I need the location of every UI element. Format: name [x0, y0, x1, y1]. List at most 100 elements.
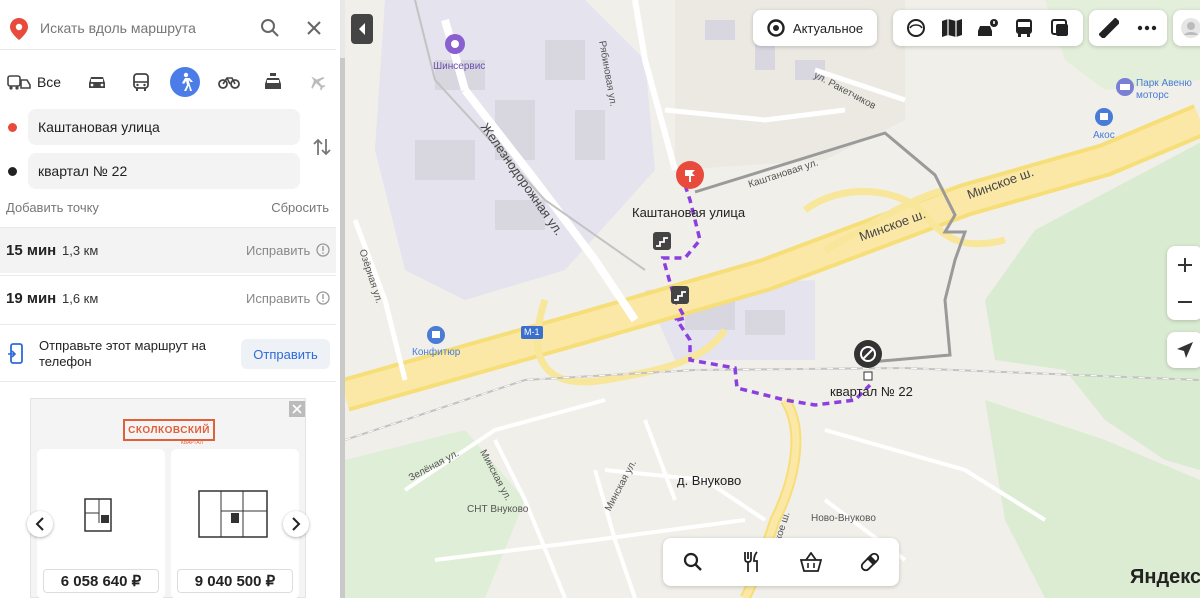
- mode-all-button[interactable]: Все: [4, 66, 64, 98]
- pedestrian-icon: [182, 72, 193, 91]
- ad-price: 6 058 640 ₽: [43, 569, 159, 593]
- more-button[interactable]: [1128, 10, 1166, 46]
- ad-close-icon[interactable]: [289, 401, 305, 417]
- route-time: 15 мин: [6, 242, 57, 259]
- location-arrow-icon: [1177, 342, 1193, 358]
- mode-all-label: Все: [36, 74, 62, 90]
- point-actions: Добавить точку Сбросить: [0, 200, 336, 220]
- bus-icon: [1016, 19, 1032, 37]
- ad-prev-icon[interactable]: [27, 511, 53, 537]
- route-fix-link[interactable]: Исправить: [246, 291, 310, 306]
- actual-button[interactable]: Актуальное: [753, 10, 877, 46]
- layers-icon: [1051, 19, 1068, 36]
- ad-price: 9 040 500 ₽: [177, 569, 293, 593]
- layer-map-button[interactable]: [934, 10, 970, 46]
- route-distance: 1,3 км: [62, 243, 99, 258]
- start-point-dot: [8, 123, 17, 132]
- actual-icon: [767, 19, 785, 37]
- category-food-button[interactable]: [722, 538, 781, 586]
- route-fix-link[interactable]: Исправить: [246, 243, 310, 258]
- route-search-bar: [0, 6, 336, 50]
- mode-car-button[interactable]: [82, 66, 112, 98]
- to-point-text: квартал № 22: [38, 163, 128, 179]
- traffic-icon: [978, 19, 998, 36]
- map-label-shinservice: Шинсервис: [433, 61, 486, 72]
- map-layers-toolbar: [893, 10, 1083, 46]
- more-icon: [1137, 25, 1157, 31]
- geolocation-button[interactable]: [1167, 332, 1200, 368]
- mode-plane-button[interactable]: [302, 66, 332, 98]
- route-search-input[interactable]: [40, 14, 250, 42]
- layer-traffic-button[interactable]: [970, 10, 1006, 46]
- map-tools-toolbar: [1089, 10, 1167, 46]
- route-time: 19 мин: [6, 290, 57, 307]
- to-point-field[interactable]: квартал № 22: [28, 153, 300, 189]
- map-label-novo: Ново-Внуково: [811, 513, 876, 524]
- panorama-icon: [907, 19, 925, 37]
- mode-bus-button[interactable]: [126, 66, 156, 98]
- user-profile-button[interactable]: [1173, 10, 1200, 46]
- layer-panorama-button[interactable]: [898, 10, 934, 46]
- from-point-field[interactable]: Каштановая улица: [28, 109, 300, 145]
- info-icon[interactable]: [316, 291, 330, 308]
- bus-icon: [133, 73, 149, 91]
- map-label-akos: Акос: [1093, 130, 1115, 141]
- phone-icon: [8, 343, 24, 368]
- minus-icon: [1178, 300, 1192, 303]
- bicycle-icon: [218, 77, 240, 89]
- floor-plan-icon: [77, 495, 119, 538]
- route-panel: Все Каштановая улица квартал № 22 Добави…: [0, 0, 340, 598]
- ad-next-icon[interactable]: [283, 511, 309, 537]
- add-point-link[interactable]: Добавить точку: [6, 200, 99, 215]
- location-pin-icon: [10, 18, 28, 43]
- ruler-button[interactable]: [1090, 10, 1128, 46]
- collapse-panel-button[interactable]: [351, 14, 373, 44]
- category-search-bar: [663, 538, 899, 586]
- swap-points-icon[interactable]: [313, 137, 331, 160]
- layer-transport-button[interactable]: [1006, 10, 1042, 46]
- yandex-logo: Яндекс: [1130, 566, 1200, 588]
- route-distance: 1,6 км: [62, 291, 99, 306]
- basket-icon: [799, 552, 822, 572]
- map-label-vnukovo: д. Внуково: [677, 473, 742, 488]
- ad-card-2[interactable]: 9 040 500 ₽: [171, 449, 299, 598]
- chevron-left-icon: [359, 23, 365, 35]
- reset-link[interactable]: Сбросить: [271, 200, 329, 215]
- plane-icon: [311, 76, 326, 91]
- map-label-m1: М-1: [524, 327, 540, 337]
- zoom-in-button[interactable]: [1167, 246, 1200, 283]
- send-text: Отправьте этот маршрут на телефон: [39, 338, 206, 369]
- search-icon[interactable]: [260, 18, 280, 41]
- search-icon: [683, 552, 702, 571]
- mode-pedestrian-button[interactable]: [170, 67, 200, 97]
- layer-satellite-button[interactable]: [1042, 10, 1078, 46]
- info-icon[interactable]: [316, 243, 330, 260]
- zoom-out-button[interactable]: [1167, 283, 1200, 320]
- ad-brand-logo: СКОЛКОВСКИЙ: [123, 419, 215, 441]
- map-icon: [942, 19, 962, 37]
- category-pharmacy-button[interactable]: [840, 538, 899, 586]
- close-icon[interactable]: [304, 18, 324, 41]
- transport-modes: Все: [0, 64, 336, 100]
- end-point-dot: [8, 167, 17, 176]
- category-shop-button[interactable]: [781, 538, 840, 586]
- plus-icon: [1178, 257, 1192, 272]
- map-label-snt: СНТ Внуково: [467, 504, 529, 515]
- ad-card-1[interactable]: 6 058 640 ₽: [37, 449, 165, 598]
- fork-knife-icon: [743, 551, 758, 572]
- map-canvas[interactable]: Шинсервис Рябиновая ул. ул. Ракетчиков П…: [345, 0, 1200, 598]
- send-button[interactable]: Отправить: [241, 339, 330, 369]
- zoom-control: [1167, 246, 1200, 320]
- mode-bike-button[interactable]: [214, 66, 244, 98]
- send-to-phone: Отправьте этот маршрут на телефон Отправ…: [0, 324, 336, 382]
- actual-label: Актуальное: [792, 20, 864, 36]
- advertisement[interactable]: СКОЛКОВСКИЙ КВАРТАЛ 6 058 640 ₽ 9 040 50…: [27, 398, 309, 598]
- route-option-2[interactable]: 19 мин 1,6 км Исправить: [0, 275, 336, 321]
- map-label-park2: моторс: [1136, 90, 1169, 101]
- mode-taxi-button[interactable]: [258, 66, 288, 98]
- ad-brand-sub: КВАРТАЛ: [181, 440, 204, 446]
- category-search-button[interactable]: [663, 538, 722, 586]
- taxi-icon: [265, 73, 281, 89]
- map-label-park: Парк Авеню: [1136, 78, 1192, 89]
- route-option-1[interactable]: 15 мин 1,3 км Исправить: [0, 227, 336, 273]
